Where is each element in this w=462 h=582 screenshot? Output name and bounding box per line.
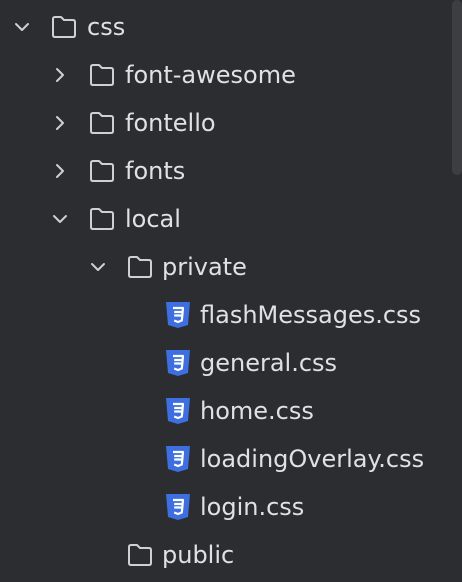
css-file-icon bbox=[165, 445, 191, 473]
tree-node-fontello[interactable]: fontello bbox=[0, 99, 452, 147]
chevron-right-icon[interactable] bbox=[48, 159, 72, 183]
folder-icon bbox=[88, 158, 116, 184]
tree-node-loadingoverlay-css[interactable]: loadingOverlay.css bbox=[0, 435, 452, 483]
folder-icon bbox=[126, 542, 154, 568]
tree-node-home-css[interactable]: home.css bbox=[0, 387, 452, 435]
chevron-down-icon[interactable] bbox=[48, 207, 72, 231]
tree-node-label: public bbox=[162, 541, 235, 569]
tree-node-font-awesome[interactable]: font-awesome bbox=[0, 51, 452, 99]
tree-node-label: private bbox=[162, 253, 247, 281]
chevron-right-icon[interactable] bbox=[48, 111, 72, 135]
css-file-icon bbox=[165, 493, 191, 521]
chevron-down-icon[interactable] bbox=[86, 255, 110, 279]
tree-node-public[interactable]: public bbox=[0, 531, 452, 579]
chevron-right-icon[interactable] bbox=[48, 63, 72, 87]
folder-icon bbox=[50, 14, 78, 40]
folder-icon bbox=[88, 110, 116, 136]
css-file-icon bbox=[165, 349, 191, 377]
tree-node-label: local bbox=[125, 205, 181, 233]
folder-icon bbox=[88, 206, 116, 232]
tree-node-css[interactable]: css bbox=[0, 3, 452, 51]
tree-node-label: home.css bbox=[200, 397, 314, 425]
css-file-icon bbox=[165, 301, 191, 329]
css-file-icon bbox=[165, 397, 191, 425]
folder-icon bbox=[88, 62, 116, 88]
tree-node-label: fontello bbox=[125, 109, 216, 137]
tree-node-label: login.css bbox=[200, 493, 305, 521]
chevron-down-icon[interactable] bbox=[10, 15, 34, 39]
tree-node-login-css[interactable]: login.css bbox=[0, 483, 452, 531]
project-tree: css font-awesome fontello fonts local pr… bbox=[0, 0, 462, 582]
tree-node-label: fonts bbox=[125, 157, 186, 185]
tree-node-label: general.css bbox=[200, 349, 338, 377]
tree-node-label: font-awesome bbox=[125, 61, 296, 89]
tree-node-local[interactable]: local bbox=[0, 195, 452, 243]
tree-node-general-css[interactable]: general.css bbox=[0, 339, 452, 387]
tree-node-label: css bbox=[87, 13, 126, 41]
vertical-scrollbar[interactable] bbox=[452, 0, 462, 175]
tree-node-private[interactable]: private bbox=[0, 243, 452, 291]
folder-icon bbox=[126, 254, 154, 280]
tree-node-fonts[interactable]: fonts bbox=[0, 147, 452, 195]
tree-node-label: flashMessages.css bbox=[200, 301, 422, 329]
tree-node-flashmessages-css[interactable]: flashMessages.css bbox=[0, 291, 452, 339]
tree-node-label: loadingOverlay.css bbox=[200, 445, 425, 473]
